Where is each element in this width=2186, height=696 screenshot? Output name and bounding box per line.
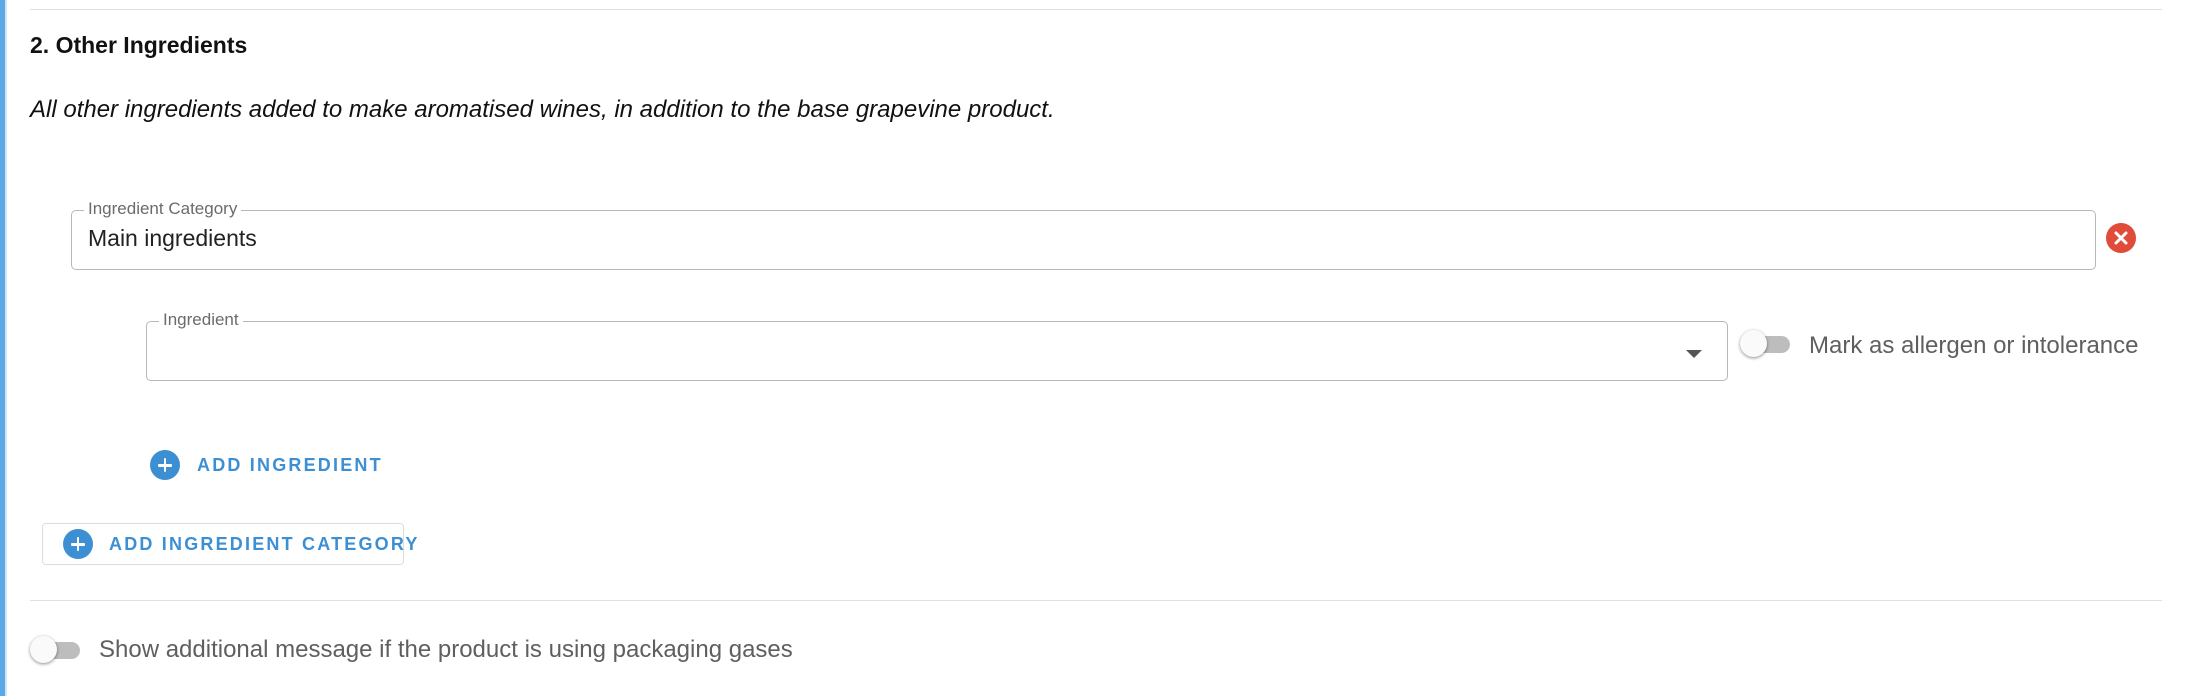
allergen-toggle-thumb — [1740, 330, 1767, 357]
plus-circle-icon — [63, 529, 93, 559]
ingredients-form-page: 2. Other Ingredients All other ingredien… — [0, 0, 2186, 696]
chevron-down-icon[interactable] — [1686, 350, 1702, 358]
packaging-gases-toggle[interactable] — [30, 634, 84, 664]
add-ingredient-button[interactable]: ADD INGREDIENT — [150, 445, 383, 485]
top-divider — [30, 9, 2162, 10]
ingredient-category-select[interactable]: Ingredient Category Main ingredients — [71, 199, 2130, 270]
left-accent-border-inner — [5, 0, 7, 696]
allergen-toggle[interactable] — [1740, 328, 1794, 358]
section-description: All other ingredients added to make arom… — [30, 96, 1055, 123]
packaging-gases-toggle-thumb — [30, 636, 57, 663]
add-ingredient-label: ADD INGREDIENT — [197, 454, 383, 475]
bottom-divider — [30, 600, 2162, 601]
add-ingredient-category-button[interactable]: ADD INGREDIENT CATEGORY — [42, 523, 417, 565]
ingredient-label: Ingredient — [159, 310, 243, 330]
close-circle-icon[interactable] — [2106, 223, 2136, 253]
ingredient-category-label: Ingredient Category — [84, 199, 242, 219]
ingredient-select[interactable]: Ingredient — [146, 310, 1728, 381]
add-ingredient-category-label: ADD INGREDIENT CATEGORY — [109, 533, 420, 554]
section-title: 2. Other Ingredients — [30, 32, 248, 58]
packaging-gases-toggle-label: Show additional message if the product i… — [99, 636, 793, 663]
plus-circle-icon — [150, 450, 180, 480]
allergen-toggle-label: Mark as allergen or intolerance — [1809, 332, 2139, 359]
ingredient-category-value: Main ingredients — [88, 225, 257, 251]
